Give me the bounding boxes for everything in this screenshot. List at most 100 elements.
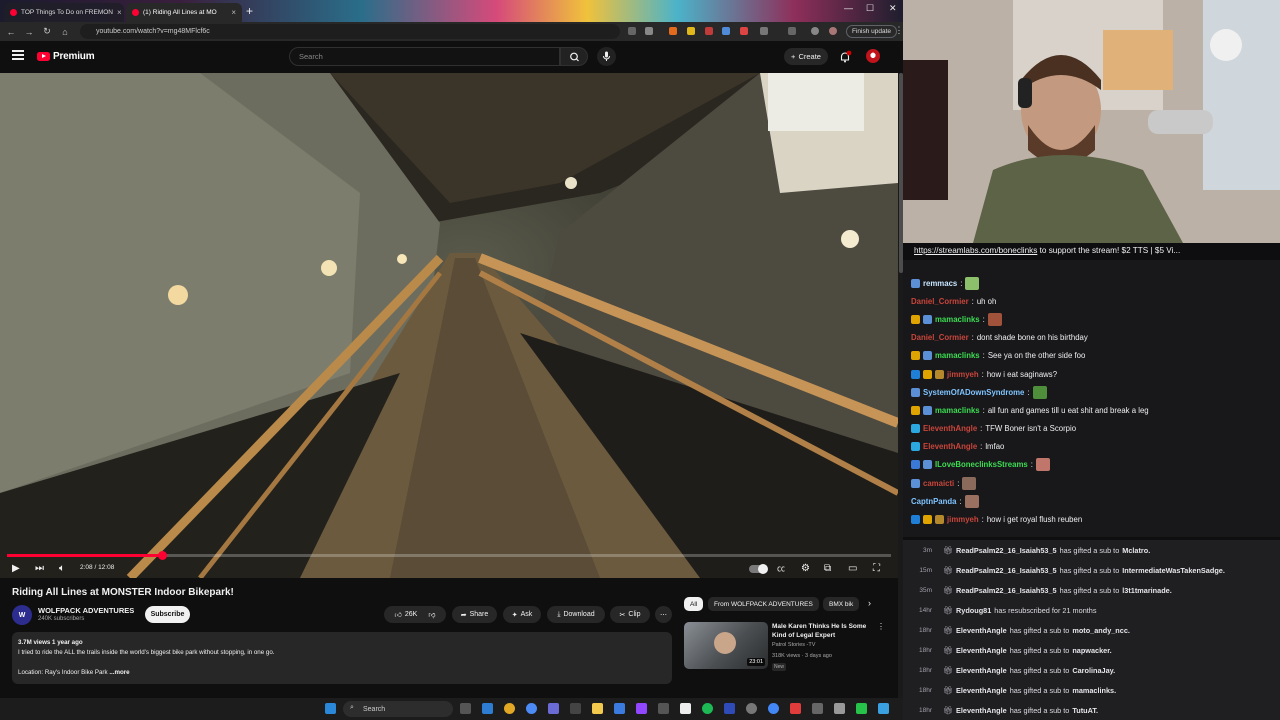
clip-button[interactable]: ✂ Clip — [610, 606, 650, 623]
app-icon[interactable] — [570, 703, 581, 714]
event-target[interactable]: moto_andy_ncc. — [1072, 626, 1130, 635]
event-user[interactable]: ReadPsalm22_16_Isaiah53_5 — [956, 586, 1057, 595]
obs-icon[interactable] — [746, 703, 757, 714]
chat-badge-icon[interactable] — [935, 369, 944, 379]
more-actions-button[interactable]: ⋯ — [655, 606, 672, 623]
event-target[interactable]: IntermediateWasTakenSadge. — [1122, 566, 1225, 575]
app-icon[interactable] — [614, 703, 625, 714]
chat-username[interactable]: ILoveBoneclinksStreams — [935, 460, 1028, 469]
autoplay-toggle[interactable] — [749, 564, 768, 574]
app-icon[interactable] — [548, 703, 559, 714]
theater-mode-icon[interactable]: ▭ — [848, 562, 857, 576]
more-vertical-icon[interactable]: ⋮ — [877, 622, 885, 631]
scrubber-handle[interactable] — [158, 551, 168, 560]
spotify-icon[interactable] — [702, 703, 713, 714]
progress-bar[interactable] — [7, 551, 891, 560]
search-input[interactable]: Search — [289, 47, 560, 66]
app-icon[interactable] — [790, 703, 801, 714]
profile-avatar-icon[interactable] — [829, 27, 837, 35]
extension-icon[interactable] — [705, 27, 713, 35]
chat-username[interactable]: jimmyeh — [947, 515, 979, 524]
close-tab-icon[interactable]: × — [117, 8, 122, 17]
chat-username[interactable]: mamaclinks — [935, 406, 980, 415]
event-user[interactable]: EleventhAngle — [956, 666, 1007, 675]
chrome-profile-icon[interactable] — [526, 703, 537, 714]
edge-icon[interactable] — [482, 703, 493, 714]
chip-from-channel[interactable]: From WOLFPACK ADVENTURES — [708, 597, 819, 611]
app-icon[interactable] — [878, 703, 889, 714]
chat-badge-icon[interactable] — [911, 478, 920, 488]
maximize-icon[interactable]: ☐ — [866, 3, 874, 14]
chat-badge-icon[interactable] — [923, 515, 932, 525]
streamlabs-link[interactable]: https://streamlabs.com/boneclinks — [914, 246, 1037, 255]
profile-icon[interactable] — [811, 27, 819, 35]
thumbs-down-icon[interactable]: 👎︎ — [428, 610, 435, 619]
chat-badge-icon[interactable] — [923, 369, 932, 379]
ask-button[interactable]: ✦ Ask — [503, 606, 541, 623]
browser-tab-1[interactable]: TOP Things To Do on FREMON × — [4, 3, 124, 22]
event-target[interactable]: CarolinaJay. — [1072, 666, 1115, 675]
extension-icon[interactable] — [722, 27, 730, 35]
event-target[interactable]: l3t1tmarinade. — [1122, 586, 1171, 595]
subscribe-button[interactable]: Subscribe — [145, 606, 190, 623]
reload-icon[interactable]: ↻ — [40, 26, 54, 37]
chat-badge-icon[interactable] — [923, 351, 932, 361]
extension-icon[interactable] — [740, 27, 748, 35]
downloads-icon[interactable] — [788, 27, 796, 35]
chat-badge-icon[interactable] — [911, 387, 920, 397]
close-tab-icon[interactable]: × — [231, 8, 236, 17]
chat-badge-icon[interactable] — [923, 314, 932, 324]
event-user[interactable]: EleventhAngle — [956, 706, 1007, 715]
recommendation-channel[interactable]: Patrol Stories -TV — [772, 642, 815, 648]
app-icon[interactable] — [680, 703, 691, 714]
channel-avatar[interactable]: W — [12, 605, 32, 625]
chat-username[interactable]: EleventhAngle — [923, 424, 977, 433]
chat-badge-icon[interactable] — [911, 442, 920, 452]
extension-icon[interactable] — [669, 27, 677, 35]
browser-tab-2[interactable]: (1) Riding All Lines at MO × — [126, 3, 242, 22]
event-target[interactable]: mamaclinks. — [1072, 686, 1116, 695]
event-target[interactable]: Mclatro. — [1122, 546, 1150, 555]
app-icon[interactable] — [768, 703, 779, 714]
chip-bmx[interactable]: BMX bik — [823, 597, 859, 611]
home-icon[interactable]: ⌂ — [58, 27, 72, 37]
chat-username[interactable]: remmacs — [923, 279, 957, 288]
chat-badge-icon[interactable] — [935, 515, 944, 525]
event-target[interactable]: napwacker. — [1072, 646, 1111, 655]
video-player[interactable] — [0, 73, 898, 578]
event-user[interactable]: EleventhAngle — [956, 646, 1007, 655]
chat-username[interactable]: Daniel_Cormier — [911, 333, 969, 342]
event-user[interactable]: EleventhAngle — [956, 626, 1007, 635]
chat-username[interactable]: jimmyeh — [947, 370, 979, 379]
chat-username[interactable]: EleventhAngle — [923, 442, 977, 451]
search-button[interactable] — [560, 47, 588, 66]
close-window-icon[interactable]: ✕ — [889, 3, 897, 14]
chat-username[interactable]: mamaclinks — [935, 351, 980, 360]
chevron-right-icon[interactable]: › — [868, 598, 871, 608]
chat-badge-icon[interactable] — [923, 405, 932, 415]
event-target[interactable]: TutuAT. — [1072, 706, 1098, 715]
browser-menu-icon[interactable]: ⋮ — [892, 25, 904, 36]
notifications-icon[interactable] — [838, 50, 852, 64]
chip-all[interactable]: All — [684, 597, 704, 611]
chat-badge-icon[interactable] — [911, 314, 920, 324]
download-button[interactable]: ⤓ Download — [547, 606, 605, 623]
account-avatar[interactable] — [866, 49, 880, 63]
windows-start-icon[interactable] — [325, 703, 336, 714]
event-user[interactable]: EleventhAngle — [956, 686, 1007, 695]
miniplayer-icon[interactable]: ⧉ — [824, 562, 831, 576]
url-field[interactable]: youtube.com/watch?v=mg48MFlcf6c — [80, 24, 620, 39]
chat-username[interactable]: SystemOfADownSyndrome — [923, 388, 1024, 397]
next-icon[interactable]: ⏭ — [35, 562, 44, 576]
chat-badge-icon[interactable] — [911, 351, 920, 361]
recommendation-thumbnail[interactable]: 23:01 — [684, 622, 768, 669]
task-view-icon[interactable] — [460, 703, 471, 714]
app-icon[interactable] — [658, 703, 669, 714]
app-icon[interactable] — [834, 703, 845, 714]
event-user[interactable]: ReadPsalm22_16_Isaiah53_5 — [956, 546, 1057, 555]
scrollbar-thumb[interactable] — [898, 73, 903, 273]
share-button[interactable]: ➦ Share — [452, 606, 497, 623]
channel-name[interactable]: WOLFPACK ADVENTURES — [38, 606, 134, 615]
like-count[interactable]: 26K — [405, 611, 417, 618]
recommendation-title[interactable]: Male Karen Thinks He Is Some Kind of Leg… — [772, 622, 872, 640]
